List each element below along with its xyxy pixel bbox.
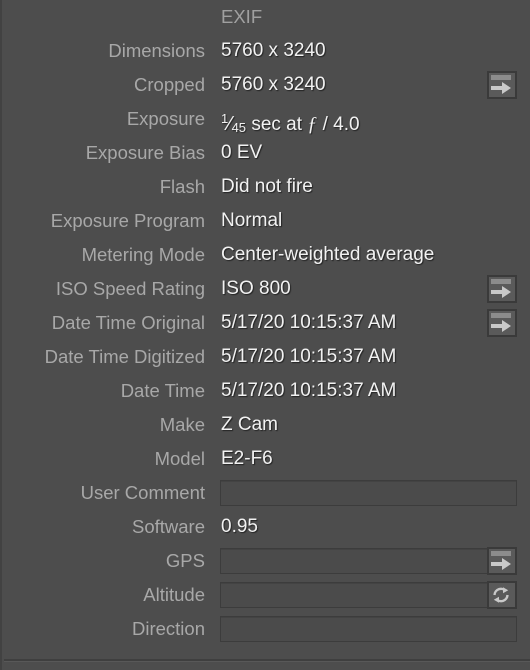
field-value-cropped: 5760 x 3240 [221, 74, 326, 95]
arrow-right-icon [491, 551, 511, 570]
field-label-gps: GPS [165, 550, 205, 571]
exif-row-user-comment: User Comment [2, 476, 530, 510]
exif-row-iso-speed-rating: ISO Speed Rating ISO 800 [2, 272, 530, 306]
field-label-user-comment: User Comment [80, 482, 205, 503]
direction-input[interactable] [220, 616, 517, 642]
field-label-make: Make [159, 414, 205, 435]
exif-row-metering-mode: Metering Mode Center-weighted average [2, 238, 530, 272]
field-value-exposure-program: Normal [221, 210, 283, 231]
field-label-date-time: Date Time [120, 380, 205, 401]
exif-row-model: Model E2-F6 [2, 442, 530, 476]
field-label-software: Software [131, 516, 205, 537]
refresh-altitude-button[interactable] [487, 581, 517, 609]
field-value-iso-speed-rating: ISO 800 [221, 278, 291, 299]
go-to-iso-speed-rating-button[interactable] [487, 275, 517, 303]
field-label-cropped: Cropped [134, 74, 205, 95]
field-label-exposure-bias: Exposure Bias [85, 142, 205, 163]
field-value-software: 0.95 [221, 516, 258, 537]
exif-row-exposure-bias: Exposure Bias 0 EV [2, 136, 530, 170]
field-label-altitude: Altitude [143, 584, 205, 605]
field-value-dimensions: 5760 x 3240 [221, 40, 326, 61]
field-value-date-time: 5/17/20 10:15:37 AM [221, 380, 397, 401]
field-label-model: Model [154, 448, 205, 469]
field-label-exposure-program: Exposure Program [50, 210, 205, 231]
field-label-date-time-digitized: Date Time Digitized [44, 346, 205, 367]
go-to-cropped-button[interactable] [487, 71, 517, 99]
exif-row-software: Software 0.95 [2, 510, 530, 544]
field-label-metering-mode: Metering Mode [81, 244, 205, 265]
exif-row-altitude: Altitude [2, 578, 530, 612]
exif-row-dimensions: Dimensions 5760 x 3240 [2, 34, 530, 68]
field-value-metering-mode: Center-weighted average [221, 244, 435, 265]
altitude-input[interactable] [220, 582, 488, 608]
exif-row-list: EXIF Dimensions 5760 x 3240 Cropped 5760 x 3… [2, 0, 530, 646]
go-to-gps-button[interactable] [487, 547, 517, 575]
field-value-date-time-digitized: 5/17/20 10:15:37 AM [221, 346, 397, 367]
user-comment-input[interactable] [220, 480, 517, 506]
arrow-right-icon [491, 279, 511, 298]
exif-row-gps: GPS [2, 544, 530, 578]
field-label-flash: Flash [159, 176, 205, 197]
exif-row-date-time: Date Time 5/17/20 10:15:37 AM [2, 374, 530, 408]
exif-section-header: EXIF [221, 6, 263, 27]
arrow-right-icon [491, 75, 511, 94]
exif-row-date-time-original: Date Time Original 5/17/20 10:15:37 AM [2, 306, 530, 340]
field-value-model: E2-F6 [221, 448, 273, 469]
field-value-make: Z Cam [221, 414, 278, 435]
field-value-flash: Did not fire [221, 176, 313, 197]
exif-row-make: Make Z Cam [2, 408, 530, 442]
exif-row-cropped: Cropped 5760 x 3240 [2, 68, 530, 102]
go-to-date-time-original-button[interactable] [487, 309, 517, 337]
field-label-iso-speed-rating: ISO Speed Rating [55, 278, 205, 299]
field-label-date-time-original: Date Time Original [51, 312, 205, 333]
gps-input[interactable] [220, 548, 488, 574]
field-label-dimensions: Dimensions [108, 40, 205, 61]
exif-row-exposure: Exposure 1⁄45 sec at ƒ / 4.0 [2, 102, 530, 136]
exif-row-exposure-program: Exposure Program Normal [2, 204, 530, 238]
exif-metadata-panel: EXIF Dimensions 5760 x 3240 Cropped 5760 x 3… [0, 0, 530, 670]
panel-divider [4, 659, 530, 662]
exif-header-row: EXIF [2, 0, 530, 34]
exif-row-flash: Flash Did not fire [2, 170, 530, 204]
exif-row-direction: Direction [2, 612, 530, 646]
refresh-icon [493, 587, 509, 603]
arrow-right-icon [491, 313, 511, 332]
field-label-exposure: Exposure [126, 108, 205, 129]
field-value-date-time-original: 5/17/20 10:15:37 AM [221, 312, 397, 333]
field-label-direction: Direction [132, 618, 205, 639]
exif-row-date-time-digitized: Date Time Digitized 5/17/20 10:15:37 AM [2, 340, 530, 374]
field-value-exposure-bias: 0 EV [221, 142, 263, 163]
